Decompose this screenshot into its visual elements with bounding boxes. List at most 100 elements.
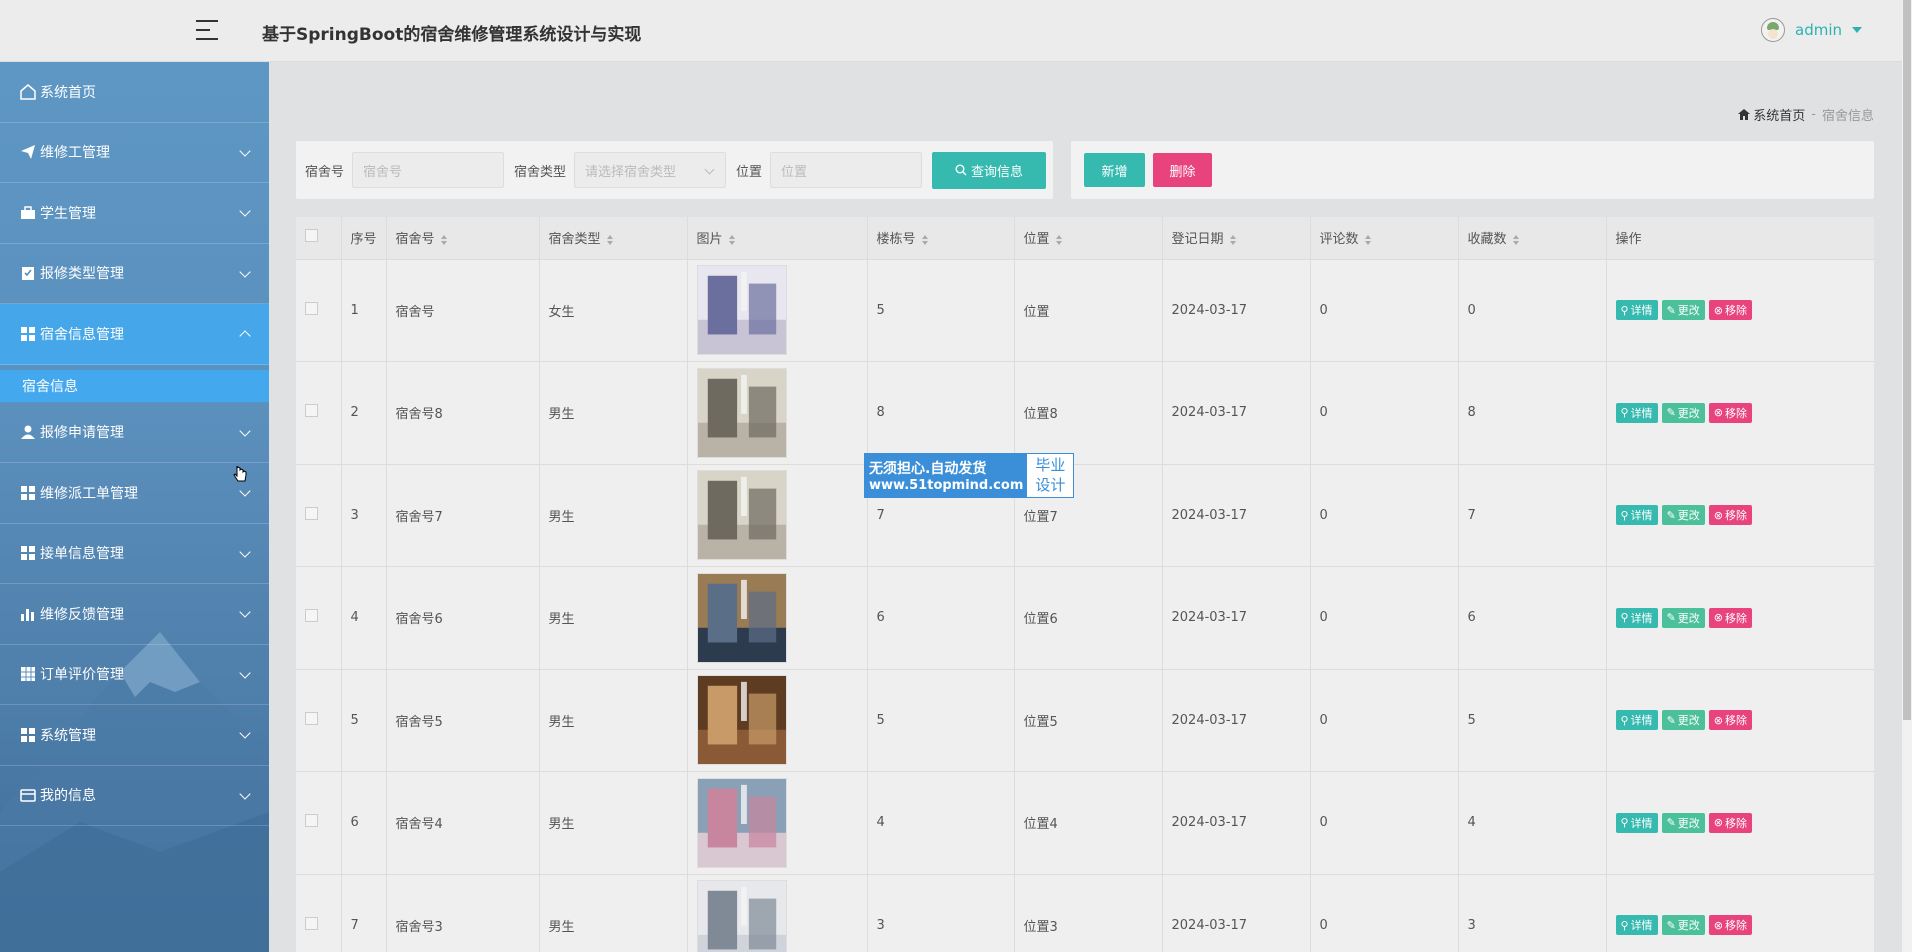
sort-icon[interactable] [440, 234, 449, 245]
cell-index: 4 [341, 566, 387, 670]
detail-button[interactable]: ⚲ 详情 [1615, 710, 1658, 731]
sidebar-item-9[interactable]: 订单评价管理 [0, 645, 269, 705]
sort-icon[interactable] [728, 234, 737, 245]
detail-button[interactable]: ⚲ 详情 [1615, 607, 1658, 628]
dorm-photo-thumbnail[interactable] [696, 777, 787, 868]
edit-button[interactable]: ✎ 更改 [1661, 300, 1705, 321]
submenu: 宿舍信息 [0, 364, 269, 403]
cell-dorm-no: 宿舍号 [386, 259, 540, 362]
col-comments[interactable]: 评论数 [1310, 217, 1459, 260]
edit-button[interactable]: ✎ 更改 [1661, 812, 1705, 833]
breadcrumb-home[interactable]: 系统首页 [1738, 105, 1805, 124]
row-checkbox[interactable] [305, 711, 318, 725]
close-circle-icon: ⊗ [1713, 713, 1723, 727]
col-date[interactable]: 登记日期 [1162, 217, 1311, 260]
edit-button[interactable]: ✎ 更改 [1661, 710, 1705, 731]
sort-icon[interactable] [606, 234, 615, 245]
search-icon: ⚲ [1620, 508, 1629, 522]
sidebar-item-7[interactable]: 接单信息管理 [0, 524, 269, 584]
add-button[interactable]: 新增 [1084, 153, 1145, 187]
sidebar-item-3[interactable]: 报修类型管理 [0, 244, 269, 304]
dorm-type-select[interactable]: 请选择宿舍类型 [574, 152, 727, 188]
sidebar-item-6[interactable]: 维修派工单管理 [0, 463, 269, 524]
col-image[interactable]: 图片 [687, 217, 868, 260]
cell-location: 位置4 [1014, 771, 1163, 875]
sidebar-item-label: 订单评价管理 [40, 667, 124, 684]
detail-button[interactable]: ⚲ 详情 [1615, 915, 1658, 936]
remove-button[interactable]: ⊗ 移除 [1708, 300, 1752, 321]
remove-button[interactable]: ⊗ 移除 [1708, 812, 1752, 833]
sidebar-item-label: 维修派工单管理 [40, 485, 138, 502]
dorm-photo-thumbnail[interactable] [696, 572, 787, 663]
col-dorm-no[interactable]: 宿舍号 [386, 217, 540, 260]
row-checkbox[interactable] [305, 301, 318, 315]
vertical-scrollbar[interactable] [1902, 0, 1912, 952]
menu-toggle-icon[interactable] [196, 20, 218, 42]
cell-type: 男生 [539, 874, 688, 952]
dorm-photo-thumbnail[interactable] [696, 367, 787, 458]
detail-button[interactable]: ⚲ 详情 [1615, 505, 1658, 526]
cell-index: 7 [341, 874, 387, 952]
row-checkbox[interactable] [305, 404, 318, 418]
sidebar-item-4[interactable]: 宿舍信息管理 [0, 304, 269, 365]
detail-button[interactable]: ⚲ 详情 [1615, 402, 1658, 423]
cell-dorm-no: 宿舍号4 [386, 771, 540, 875]
cell-dorm-no: 宿舍号7 [386, 464, 540, 567]
pencil-icon: ✎ [1666, 611, 1676, 625]
dorm-photo-thumbnail[interactable] [696, 880, 787, 952]
sidebar-item-2[interactable]: 学生管理 [0, 183, 269, 244]
sidebar-item-8[interactable]: 维修反馈管理 [0, 584, 269, 645]
row-checkbox[interactable] [305, 609, 318, 623]
sort-icon[interactable] [921, 234, 930, 245]
search-icon: ⚲ [1620, 406, 1629, 420]
sidebar-item-5[interactable]: 报修申请管理 [0, 403, 269, 463]
edit-button[interactable]: ✎ 更改 [1661, 402, 1705, 423]
remove-button[interactable]: ⊗ 移除 [1708, 607, 1752, 628]
scrollbar-thumb[interactable] [1903, 0, 1911, 720]
sidebar-subitem-dorm-info[interactable]: 宿舍信息 [0, 369, 269, 402]
select-all-checkbox[interactable] [305, 229, 318, 243]
remove-button[interactable]: ⊗ 移除 [1708, 710, 1752, 731]
delete-button[interactable]: 删除 [1153, 153, 1212, 187]
cell-location: 位置6 [1014, 566, 1163, 670]
sort-icon[interactable] [1512, 234, 1521, 245]
detail-button[interactable]: ⚲ 详情 [1615, 300, 1658, 321]
sidebar-item-10[interactable]: 系统管理 [0, 705, 269, 766]
edit-button[interactable]: ✎ 更改 [1661, 915, 1705, 936]
sidebar-item-0[interactable]: 系统首页 [0, 62, 269, 123]
col-type[interactable]: 宿舍类型 [539, 217, 688, 260]
edit-button[interactable]: ✎ 更改 [1661, 607, 1705, 628]
dorm-photo-thumbnail[interactable] [696, 675, 787, 766]
dorm-photo-thumbnail[interactable] [696, 470, 787, 561]
sidebar-item-11[interactable]: 我的信息 [0, 766, 269, 826]
detail-button[interactable]: ⚲ 详情 [1615, 812, 1658, 833]
remove-button[interactable]: ⊗ 移除 [1708, 402, 1752, 423]
sidebar-item-1[interactable]: 维修工管理 [0, 123, 269, 183]
cell-building: 6 [867, 566, 1015, 670]
row-actions: ⚲ 详情 ✎ 更改 ⊗ 移除 [1615, 812, 1874, 833]
edit-button[interactable]: ✎ 更改 [1661, 505, 1705, 526]
remove-button[interactable]: ⊗ 移除 [1708, 915, 1752, 936]
col-location[interactable]: 位置 [1014, 217, 1163, 260]
col-favorites[interactable]: 收藏数 [1458, 217, 1607, 260]
row-checkbox[interactable] [305, 506, 318, 520]
sort-icon[interactable] [1229, 234, 1238, 245]
dorm-no-input[interactable]: 宿舍号 [352, 152, 505, 188]
sidebar-item-label: 报修申请管理 [40, 425, 124, 442]
table-row: 6 宿舍号4 男生 4 位置4 2024-03-17 0 4 ⚲ 详情 ✎ 更改 ⊗ 移除 [296, 771, 1874, 875]
row-checkbox[interactable] [305, 916, 318, 930]
row-checkbox[interactable] [305, 814, 318, 828]
sort-icon[interactable] [1055, 234, 1064, 245]
remove-button[interactable]: ⊗ 移除 [1708, 505, 1752, 526]
location-input[interactable]: 位置 [770, 152, 923, 188]
close-circle-icon: ⊗ [1713, 508, 1723, 522]
mouse-pointer-icon [233, 466, 247, 482]
sort-icon[interactable] [1364, 234, 1373, 245]
close-circle-icon: ⊗ [1713, 816, 1723, 830]
dorm-photo-thumbnail[interactable] [696, 265, 787, 356]
user-menu[interactable]: admin [1761, 18, 1862, 42]
cell-comments: 0 [1310, 771, 1459, 875]
col-building[interactable]: 楼栋号 [867, 217, 1015, 260]
cell-comments: 0 [1310, 874, 1459, 952]
query-button[interactable]: 查询信息 [932, 151, 1047, 189]
